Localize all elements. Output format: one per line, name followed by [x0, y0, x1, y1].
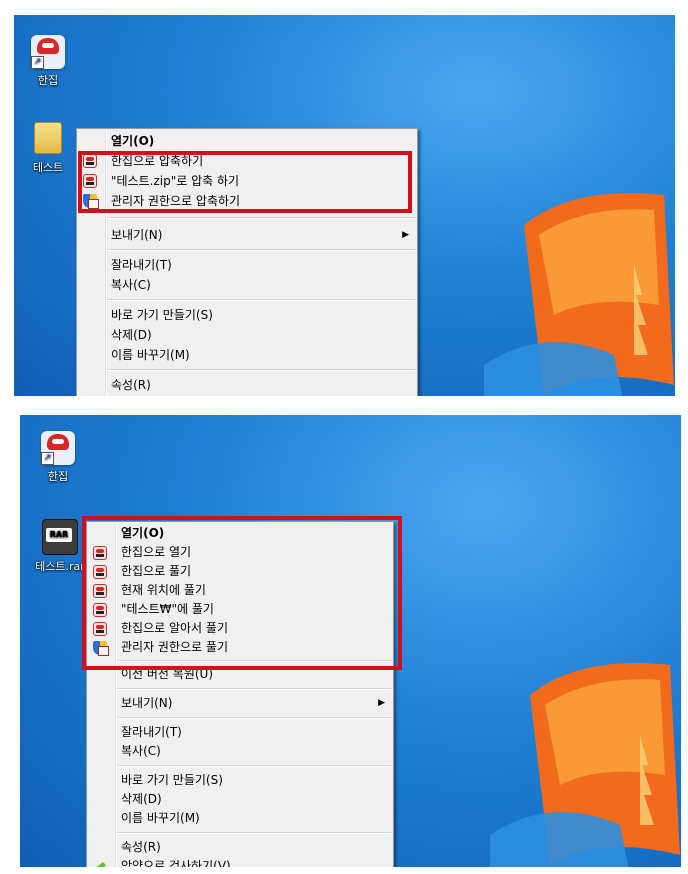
- desktop-icon-folder[interactable]: 테스트: [18, 122, 78, 175]
- menu-separator: [107, 369, 415, 371]
- context-menu: 열기(O) 한집으로 압축하기 "테스트.zip"로 압축 하기 관리자 권한으…: [76, 128, 418, 396]
- folder-icon: [34, 122, 62, 154]
- hanzip-icon: [93, 584, 107, 598]
- menu-item-extract-smart[interactable]: 한집으로 알아서 풀기: [87, 619, 393, 638]
- desktop-screenshot-bottom: ↗ 한집 RAR 테스트.rar 열기(O) 한집으로 열기 한집으로 풀기 현…: [20, 415, 681, 867]
- hanzip-app-icon: ↗: [41, 431, 75, 465]
- shortcut-arrow-icon: ↗: [41, 452, 54, 465]
- desktop-icon-hanzip[interactable]: ↗ 한집: [28, 431, 88, 484]
- hanzip-icon: [93, 546, 107, 560]
- menu-separator: [107, 217, 415, 219]
- hanzip-icon: [93, 603, 107, 617]
- menu-item-copy[interactable]: 복사(C): [77, 275, 417, 295]
- menu-item-open-hanzip[interactable]: 한집으로 열기: [87, 543, 393, 562]
- windows-flag-logo: [484, 193, 674, 396]
- menu-item-create-shortcut[interactable]: 바로 가기 만들기(S): [77, 305, 417, 325]
- menu-separator: [117, 717, 391, 719]
- menu-separator: [107, 249, 415, 251]
- submenu-arrow-icon: ▶: [378, 698, 385, 708]
- menu-item-create-shortcut[interactable]: 바로 가기 만들기(S): [87, 771, 393, 790]
- menu-item-extract-here[interactable]: 현재 위치에 풀기: [87, 581, 393, 600]
- menu-item-open[interactable]: 열기(O): [87, 524, 393, 543]
- menu-item-extract-to-folder[interactable]: "테스트₩"에 풀기: [87, 600, 393, 619]
- menu-item-compress-zip[interactable]: "테스트.zip"로 압축 하기: [77, 171, 417, 191]
- rar-file-icon: RAR: [42, 519, 78, 555]
- menu-separator: [117, 660, 391, 662]
- menu-item-rename[interactable]: 이름 바꾸기(M): [77, 345, 417, 365]
- menu-item-delete[interactable]: 삭제(D): [87, 790, 393, 809]
- menu-item-rename[interactable]: 이름 바꾸기(M): [87, 809, 393, 828]
- desktop-icon-rar-file[interactable]: RAR 테스트.rar: [28, 519, 92, 574]
- shield-icon: [93, 641, 109, 656]
- menu-item-extract-admin[interactable]: 관리자 권한으로 풀기: [87, 638, 393, 657]
- menu-item-send-to[interactable]: 보내기(N) ▶: [87, 694, 393, 713]
- menu-item-properties[interactable]: 속성(R): [77, 375, 417, 395]
- hanzip-app-icon: ↗: [31, 35, 65, 69]
- menu-item-cut[interactable]: 잘라내기(T): [77, 255, 417, 275]
- hanzip-icon: [93, 565, 107, 579]
- hanzip-icon: [93, 622, 107, 636]
- menu-item-send-to[interactable]: 보내기(N) ▶: [77, 225, 417, 245]
- scan-icon: [93, 860, 107, 867]
- menu-separator: [107, 299, 415, 301]
- submenu-arrow-icon: ▶: [402, 230, 409, 240]
- hanzip-icon: [83, 154, 97, 168]
- shortcut-arrow-icon: ↗: [31, 56, 44, 69]
- desktop-icon-label: 한집: [37, 74, 59, 87]
- menu-item-compress-hanzip[interactable]: 한집으로 압축하기: [77, 151, 417, 171]
- menu-item-virus-scan[interactable]: 악양으로 검사하기(V): [87, 857, 393, 867]
- menu-item-open[interactable]: 열기(O): [77, 131, 417, 151]
- menu-separator: [117, 688, 391, 690]
- windows-flag-logo: [490, 663, 680, 867]
- menu-item-extract-hanzip[interactable]: 한집으로 풀기: [87, 562, 393, 581]
- menu-item-restore-previous[interactable]: 이전 버전 복원(U): [87, 665, 393, 684]
- shield-icon: [83, 194, 99, 209]
- desktop-icon-label: 테스트.rar: [35, 560, 85, 573]
- hanzip-icon: [83, 174, 97, 188]
- menu-separator: [117, 765, 391, 767]
- menu-item-properties[interactable]: 속성(R): [87, 838, 393, 857]
- desktop-icon-hanzip[interactable]: ↗ 한집: [18, 35, 78, 88]
- menu-item-delete[interactable]: 삭제(D): [77, 325, 417, 345]
- menu-separator: [117, 832, 391, 834]
- menu-item-compress-admin[interactable]: 관리자 권한으로 압축하기: [77, 191, 417, 211]
- menu-item-copy[interactable]: 복사(C): [87, 742, 393, 761]
- desktop-icon-label: 테스트: [32, 161, 64, 174]
- context-menu: 열기(O) 한집으로 열기 한집으로 풀기 현재 위치에 풀기 "테스트₩"에 …: [86, 521, 394, 867]
- desktop-icon-label: 한집: [47, 470, 69, 483]
- menu-item-cut[interactable]: 잘라내기(T): [87, 723, 393, 742]
- desktop-screenshot-top: ↗ 한집 테스트 열기(O) 한집으로 압축하기 "테스트.zip"로 압축 하…: [14, 15, 675, 396]
